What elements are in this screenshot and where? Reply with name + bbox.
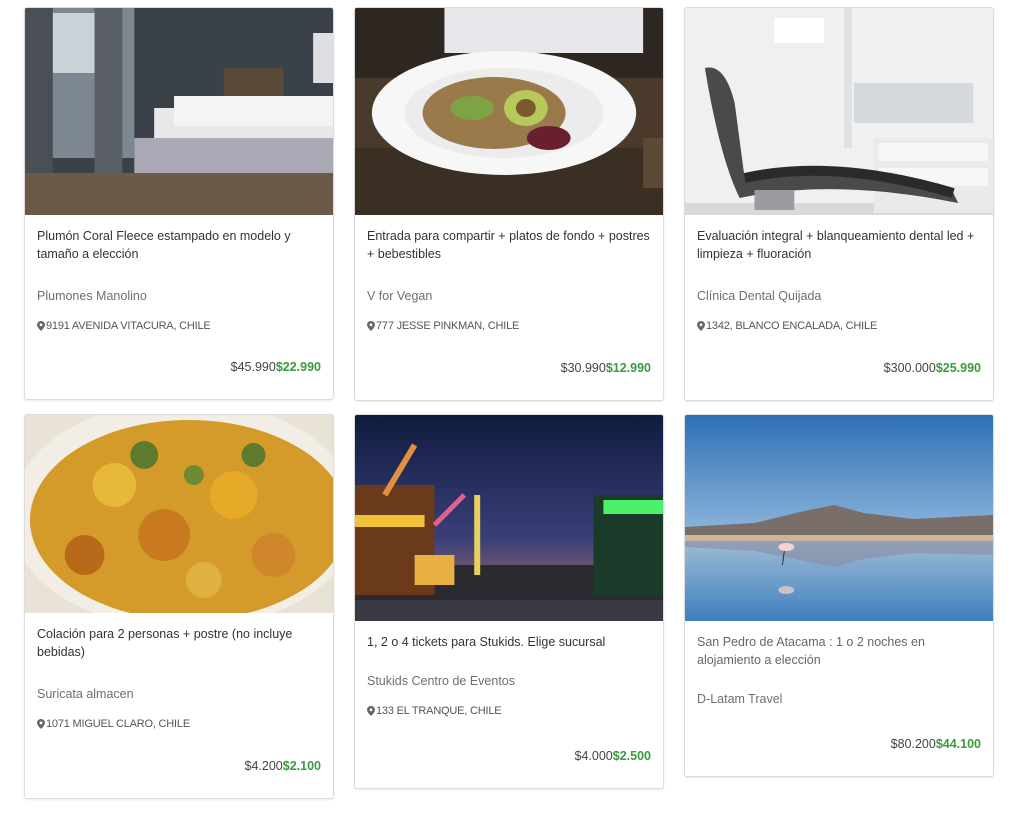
deal-title[interactable]: Plumón Coral Fleece estampado en modelo … [37,227,321,263]
deal-title[interactable]: Colación para 2 personas + postre (no in… [37,625,321,661]
deal-title[interactable]: Entrada para compartir + platos de fondo… [367,227,651,263]
price-new: $2.500 [612,749,651,763]
price-new: $44.100 [935,737,981,751]
price-new: $2.100 [282,759,321,773]
price: $300.000$25.990 [884,361,981,375]
price-old: $30.990 [560,361,606,375]
deal-image-vegan-plate[interactable] [355,8,663,215]
price: $45.990$22.990 [231,360,321,374]
price: $4.200$2.100 [245,759,321,773]
deal-card[interactable]: Colación para 2 personas + postre (no in… [24,414,334,799]
price-old: $4.200 [244,759,283,773]
deal-title[interactable]: 1, 2 o 4 tickets para Stukids. Elige suc… [367,633,651,651]
merchant-name: D-Latam Travel [697,692,783,706]
deal-image-food-bowl[interactable] [25,415,333,613]
address-text: 9191 AVENIDA VITACURA, CHILE [46,320,211,332]
deal-card[interactable]: 1, 2 o 4 tickets para Stukids. Elige suc… [354,414,664,789]
address-text: 1342, BLANCO ENCALADA, CHILE [706,320,878,332]
merchant-name: Plumones Manolino [37,289,147,303]
merchant-name: V for Vegan [367,289,433,303]
price-old: $80.200 [890,737,936,751]
address: 777 JESSE PINKMAN, CHILE [367,320,651,332]
deal-image-flamingo-lake[interactable] [685,415,993,621]
deal-image-bedroom[interactable] [25,8,333,215]
deal-card[interactable]: Plumón Coral Fleece estampado en modelo … [24,7,334,400]
map-pin-icon [697,321,705,331]
address-text: 777 JESSE PINKMAN, CHILE [376,320,520,332]
price-new: $25.990 [935,361,981,375]
deal-card[interactable]: Entrada para compartir + platos de fondo… [354,7,664,401]
price: $30.990$12.990 [561,361,651,375]
deal-image-dental-chair[interactable] [685,8,993,215]
merchant-name: Stukids Centro de Eventos [367,674,515,688]
deal-card[interactable]: San Pedro de Atacama : 1 o 2 noches en a… [684,414,994,777]
merchant-name: Suricata almacen [37,687,134,701]
address: 133 EL TRANQUE, CHILE [367,705,651,717]
map-pin-icon [37,719,45,729]
price: $80.200$44.100 [891,737,981,751]
deal-title[interactable]: Evaluación integral + blanqueamiento den… [697,227,981,263]
address: 1342, BLANCO ENCALADA, CHILE [697,320,981,332]
merchant-name: Clínica Dental Quijada [697,289,822,303]
deal-card[interactable]: Evaluación integral + blanqueamiento den… [684,7,994,401]
price-old: $300.000 [883,361,936,375]
price-new: $12.990 [605,361,651,375]
address-text: 1071 MIGUEL CLARO, CHILE [46,718,190,730]
map-pin-icon [37,321,45,331]
price: $4.000$2.500 [575,749,651,763]
price-old: $4.000 [574,749,613,763]
deal-image-fair-night[interactable] [355,415,663,621]
address-text: 133 EL TRANQUE, CHILE [376,705,502,717]
address: 1071 MIGUEL CLARO, CHILE [37,718,321,730]
map-pin-icon [367,706,375,716]
address: 9191 AVENIDA VITACURA, CHILE [37,320,321,332]
map-pin-icon [367,321,375,331]
price-old: $45.990 [230,360,276,374]
deal-title[interactable]: San Pedro de Atacama : 1 o 2 noches en a… [697,633,981,669]
price-new: $22.990 [275,360,321,374]
